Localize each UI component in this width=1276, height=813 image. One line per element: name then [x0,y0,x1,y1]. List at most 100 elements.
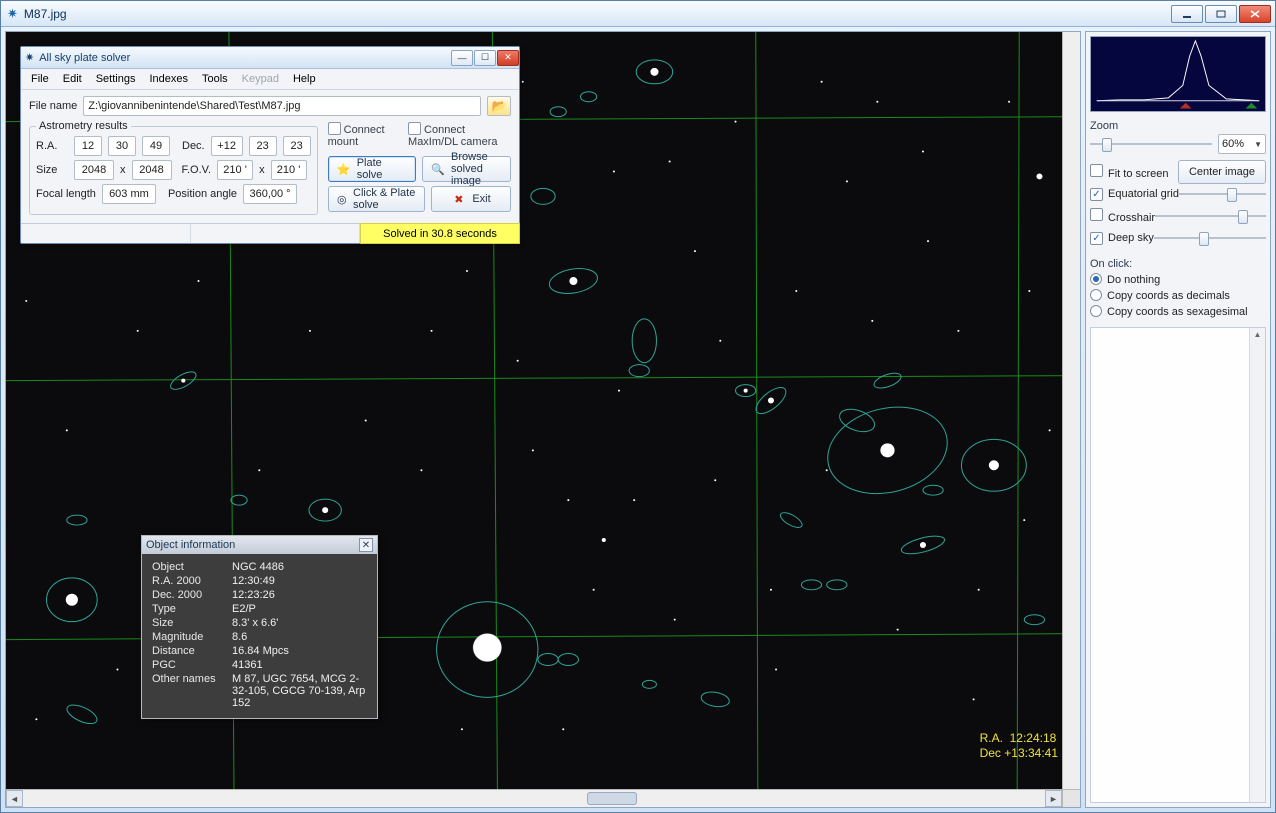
object-info-table: ObjectNGC 4486R.A. 200012:30:49Dec. 2000… [146,560,373,710]
main-titlebar: ✷ M87.jpg [1,1,1275,27]
scroll-right-icon[interactable]: ► [1045,790,1062,807]
info-scrollbar[interactable]: ▲ [1249,328,1265,802]
obj-info-value: NGC 4486 [226,560,373,574]
fov-h-field[interactable]: 210 ' [271,160,307,180]
table-row: Dec. 200012:23:26 [146,588,373,602]
eqgrid-slider[interactable] [1179,185,1266,203]
menu-settings[interactable]: Settings [90,71,142,87]
obj-info-value: 16.84 Mpcs [226,644,373,658]
object-info-close-button[interactable]: ✕ [359,538,373,552]
equatorial-grid-checkbox[interactable]: Equatorial grid [1090,188,1179,201]
onclick-label: On click: [1090,258,1266,270]
fov-w-field[interactable]: 210 ' [217,160,253,180]
size-h-field[interactable]: 2048 [132,160,172,180]
info-textbox[interactable]: ▲ [1090,327,1266,803]
scroll-left-icon[interactable]: ◄ [6,790,23,807]
magnifier-icon: 🔍 [431,162,445,177]
crosshair-slider[interactable] [1155,207,1266,225]
pos-angle-field[interactable]: 360,00 ° [243,184,297,204]
obj-info-value: 41361 [226,658,373,672]
fit-to-screen-checkbox[interactable]: Fit to screen [1090,164,1169,180]
right-panel: Zoom 60%▼ Fit to screen Center image Equ… [1085,31,1271,808]
folder-open-icon: 📂 [492,99,507,113]
minimize-button[interactable] [1171,5,1203,23]
center-image-button[interactable]: Center image [1178,160,1266,184]
obj-info-key: Magnitude [146,630,226,644]
deepsky-slider[interactable] [1154,229,1266,247]
solver-close-button[interactable]: ✕ [497,50,519,66]
focal-length-field[interactable]: 603 mm [102,184,156,204]
obj-info-key: Dec. 2000 [146,588,226,602]
menu-indexes[interactable]: Indexes [143,71,194,87]
table-row: Distance16.84 Mpcs [146,644,373,658]
fov-label: F.O.V. [182,164,212,176]
menu-edit[interactable]: Edit [57,71,88,87]
ra-h-field[interactable]: 12 [74,136,102,156]
solve-status: Solved in 30.8 seconds [360,223,520,244]
vertical-scrollbar[interactable] [1062,32,1080,789]
object-info-titlebar[interactable]: Object information ✕ [142,536,377,554]
obj-info-value: 12:30:49 [226,574,373,588]
file-name-field[interactable]: Z:\giovannibenintende\Shared\Test\M87.jp… [83,96,481,116]
ra-s-field[interactable]: 49 [142,136,170,156]
obj-info-key: Other names [146,672,226,710]
deepsky-checkbox[interactable]: Deep sky [1090,232,1154,245]
connect-maxim-checkbox[interactable]: Connect MaxIm/DL camera [408,122,511,148]
obj-info-key: Size [146,616,226,630]
solver-title-text: All sky plate solver [39,52,130,64]
object-info-panel: Object information ✕ ObjectNGC 4486R.A. … [141,535,378,719]
solver-titlebar[interactable]: ✷ All sky plate solver — ☐ ✕ [21,47,519,69]
coordinate-readout: R.A. 12:24:18 Dec +13:34:41 [980,731,1058,761]
zoom-label: Zoom [1090,120,1266,132]
menu-keypad: Keypad [236,71,285,87]
dec-s-field[interactable]: 23 [283,136,311,156]
ra-label: R.A. [36,140,68,152]
target-icon: ◎ [337,192,347,207]
astrometry-legend: Astrometry results [36,120,131,132]
object-info-title: Object information [146,539,235,551]
menu-tools[interactable]: Tools [196,71,234,87]
browse-solved-button[interactable]: 🔍 Browse solved image [422,156,511,182]
obj-info-key: PGC [146,658,226,672]
table-row: Size8.3' x 6.6' [146,616,373,630]
click-plate-solve-button[interactable]: ◎ Click & Plate solve [328,186,425,212]
size-w-field[interactable]: 2048 [74,160,114,180]
solver-icon: ✷ [25,51,34,64]
onclick-do-nothing-radio[interactable]: Do nothing [1090,274,1160,286]
table-row: R.A. 200012:30:49 [146,574,373,588]
menu-file[interactable]: File [25,71,55,87]
obj-info-key: Distance [146,644,226,658]
zoom-slider[interactable] [1090,135,1212,153]
ra-m-field[interactable]: 30 [108,136,136,156]
horizontal-scrollbar[interactable]: ◄ ► [6,789,1062,807]
close-button[interactable] [1239,5,1271,23]
plate-solve-button[interactable]: ⭐ Plate solve [328,156,417,182]
onclick-sexagesimal-radio[interactable]: Copy coords as sexagesimal [1090,306,1248,318]
dec-d-field[interactable]: +12 [211,136,243,156]
scroll-thumb[interactable] [587,792,637,805]
histogram[interactable] [1090,36,1266,112]
exit-button[interactable]: ✖ Exit [431,186,511,212]
dec-m-field[interactable]: 23 [249,136,277,156]
solver-minimize-button[interactable]: — [451,50,473,66]
connect-mount-checkbox[interactable]: Connect mount [328,122,390,148]
maximize-button[interactable] [1205,5,1237,23]
onclick-decimals-radio[interactable]: Copy coords as decimals [1090,290,1230,302]
menu-help[interactable]: Help [287,71,322,87]
focal-label: Focal length [36,188,96,200]
table-row: ObjectNGC 4486 [146,560,373,574]
browse-file-button[interactable]: 📂 [487,96,511,116]
obj-info-key: R.A. 2000 [146,574,226,588]
image-viewer: R.A. 12:24:18 Dec +13:34:41 ◄ ► ✷ All sk… [5,31,1081,808]
crosshair-checkbox[interactable]: Crosshair [1090,208,1155,224]
zoom-combobox[interactable]: 60%▼ [1218,134,1266,154]
app-window: ✷ M87.jpg [0,0,1276,813]
table-row: TypeE2/P [146,602,373,616]
plate-solver-dialog: ✷ All sky plate solver — ☐ ✕ File Edit S… [20,46,520,244]
solver-maximize-button[interactable]: ☐ [474,50,496,66]
pos-angle-label: Position angle [168,188,237,200]
chevron-down-icon: ▼ [1254,140,1262,149]
obj-info-key: Object [146,560,226,574]
window-title: M87.jpg [24,7,67,21]
size-label: Size [36,164,68,176]
